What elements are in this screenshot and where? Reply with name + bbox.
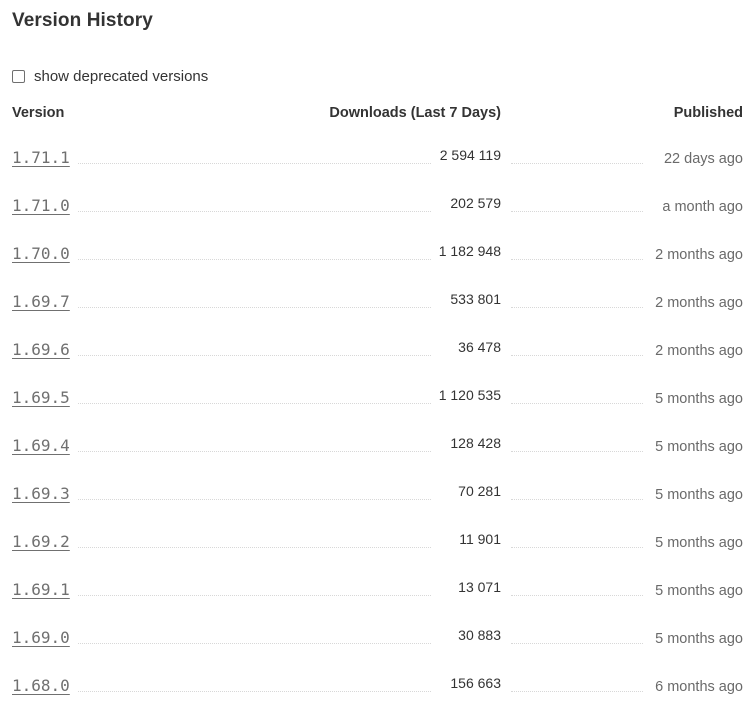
published-date: 22 days ago xyxy=(657,151,743,167)
downloads-count: 70 281 xyxy=(452,483,501,499)
version-link[interactable]: 1.71.1 xyxy=(12,148,74,167)
dotted-leader xyxy=(78,643,431,644)
dotted-leader xyxy=(78,547,431,548)
column-header-published: Published xyxy=(673,105,743,121)
dotted-leader xyxy=(78,211,431,212)
published-date: 2 months ago xyxy=(649,343,743,359)
version-row: 1.69.0 30 883 5 months ago xyxy=(12,616,743,664)
version-row: 1.69.4 128 428 5 months ago xyxy=(12,424,743,472)
version-link[interactable]: 1.69.3 xyxy=(12,484,74,503)
version-row: 1.69.3 70 281 5 months ago xyxy=(12,472,743,520)
version-row: 1.68.0 156 663 6 months ago xyxy=(12,664,743,709)
downloads-count: 1 182 948 xyxy=(432,243,501,259)
version-link[interactable]: 1.69.4 xyxy=(12,436,74,455)
published-date: 5 months ago xyxy=(649,583,743,599)
dotted-leader xyxy=(511,259,643,260)
published-date: 5 months ago xyxy=(649,391,743,407)
dotted-leader xyxy=(78,355,431,356)
version-list: 1.71.1 2 594 119 22 days ago 1.71.0 202 579 a… xyxy=(12,136,743,709)
dotted-leader xyxy=(78,451,431,452)
published-date: 5 months ago xyxy=(649,487,743,503)
version-link[interactable]: 1.69.7 xyxy=(12,292,74,311)
dotted-leader xyxy=(78,499,431,500)
version-link[interactable]: 1.69.0 xyxy=(12,628,74,647)
dotted-leader xyxy=(511,211,643,212)
version-row: 1.69.2 11 901 5 months ago xyxy=(12,520,743,568)
version-link[interactable]: 1.69.6 xyxy=(12,340,74,359)
dotted-leader xyxy=(511,595,643,596)
version-link[interactable]: 1.69.1 xyxy=(12,580,74,599)
published-date: a month ago xyxy=(656,199,743,215)
dotted-leader xyxy=(511,547,643,548)
downloads-count: 11 901 xyxy=(453,531,501,547)
downloads-count: 13 071 xyxy=(452,579,501,595)
version-row: 1.70.0 1 182 948 2 months ago xyxy=(12,232,743,280)
downloads-count: 202 579 xyxy=(444,195,501,211)
dotted-leader xyxy=(78,259,431,260)
version-link[interactable]: 1.68.0 xyxy=(12,676,74,695)
version-row: 1.69.7 533 801 2 months ago xyxy=(12,280,743,328)
show-deprecated-label: show deprecated versions xyxy=(34,68,209,85)
version-row: 1.71.1 2 594 119 22 days ago xyxy=(12,136,743,184)
dotted-leader xyxy=(511,451,643,452)
dotted-leader xyxy=(511,355,643,356)
dotted-leader xyxy=(511,691,643,692)
dotted-leader xyxy=(78,163,431,164)
column-header-version: Version xyxy=(12,105,65,121)
version-link[interactable]: 1.69.5 xyxy=(12,388,74,407)
published-date: 5 months ago xyxy=(649,439,743,455)
published-date: 2 months ago xyxy=(649,295,743,311)
dotted-leader xyxy=(78,307,431,308)
dotted-leader xyxy=(511,403,643,404)
published-date: 2 months ago xyxy=(649,247,743,263)
column-header-downloads: Downloads (Last 7 Days) xyxy=(329,105,501,121)
page-title: Version History xyxy=(12,10,153,31)
version-row: 1.69.1 13 071 5 months ago xyxy=(12,568,743,616)
show-deprecated-checkbox[interactable] xyxy=(12,70,25,83)
version-link[interactable]: 1.70.0 xyxy=(12,244,74,263)
published-date: 5 months ago xyxy=(649,535,743,551)
downloads-count: 1 120 535 xyxy=(432,387,501,403)
dotted-leader xyxy=(78,595,431,596)
downloads-count: 36 478 xyxy=(452,339,501,355)
dotted-leader xyxy=(78,691,431,692)
version-row: 1.71.0 202 579 a month ago xyxy=(12,184,743,232)
version-history-page: Version History show deprecated versions… xyxy=(0,0,755,709)
downloads-count: 128 428 xyxy=(444,435,501,451)
table-header: Version Downloads (Last 7 Days) Publishe… xyxy=(12,105,743,125)
version-link[interactable]: 1.71.0 xyxy=(12,196,74,215)
downloads-count: 156 663 xyxy=(444,675,501,691)
downloads-count: 533 801 xyxy=(444,291,501,307)
dotted-leader xyxy=(511,499,643,500)
dotted-leader xyxy=(511,643,643,644)
downloads-count: 30 883 xyxy=(452,627,501,643)
show-deprecated-toggle[interactable]: show deprecated versions xyxy=(12,68,208,85)
version-row: 1.69.5 1 120 535 5 months ago xyxy=(12,376,743,424)
dotted-leader xyxy=(78,403,431,404)
published-date: 6 months ago xyxy=(649,679,743,695)
published-date: 5 months ago xyxy=(649,631,743,647)
version-row: 1.69.6 36 478 2 months ago xyxy=(12,328,743,376)
version-link[interactable]: 1.69.2 xyxy=(12,532,74,551)
dotted-leader xyxy=(511,307,643,308)
downloads-count: 2 594 119 xyxy=(433,147,501,163)
dotted-leader xyxy=(511,163,643,164)
